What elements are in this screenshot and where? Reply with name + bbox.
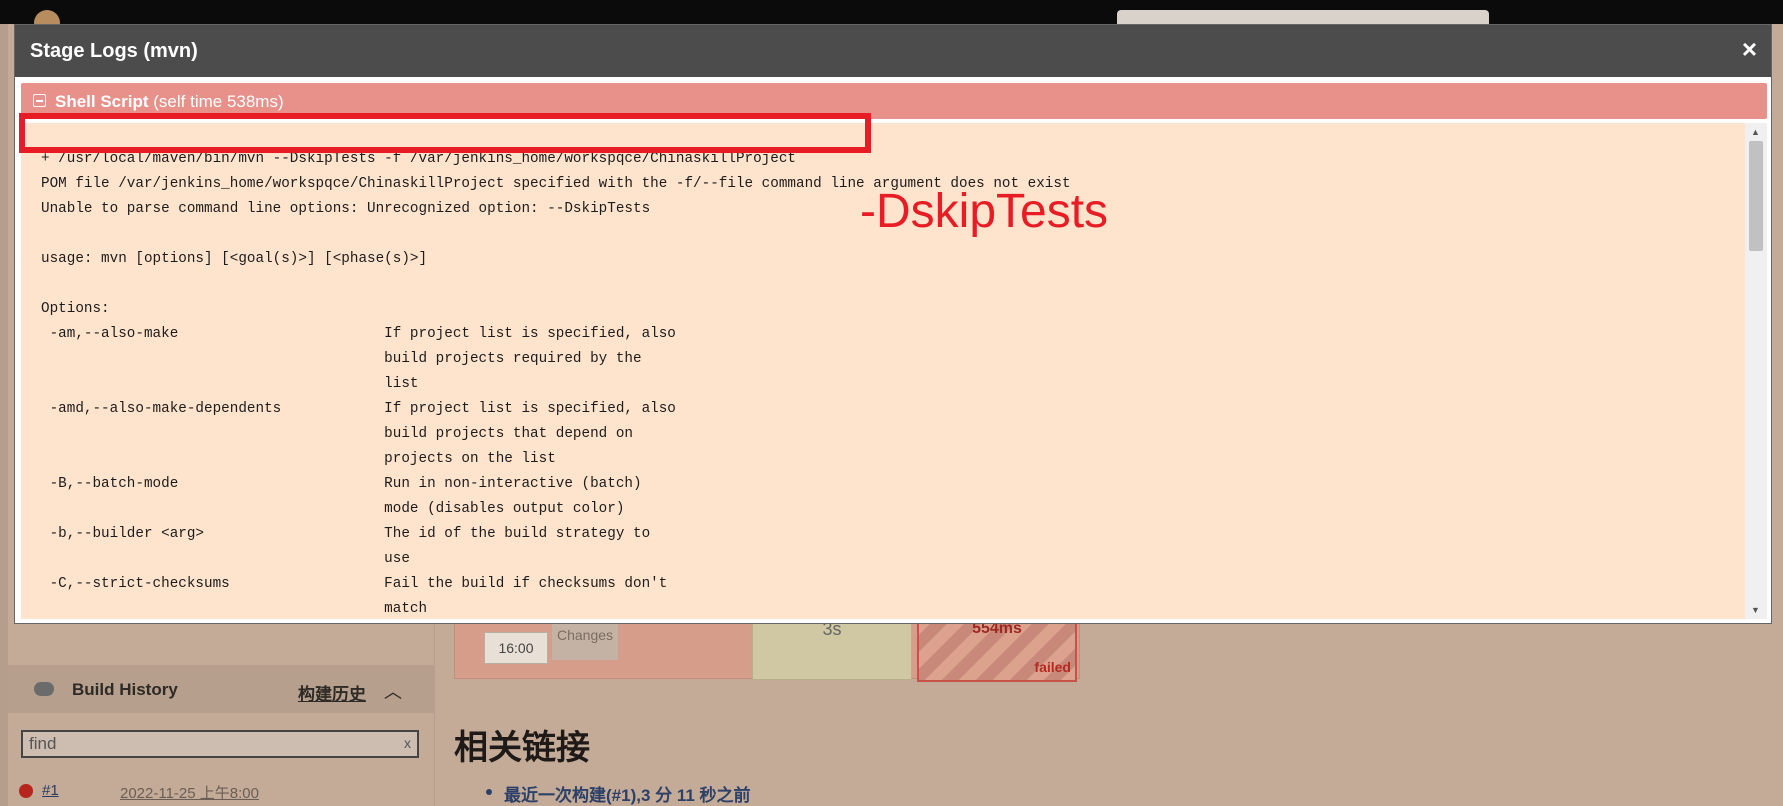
related-links-heading: 相关链接: [454, 729, 590, 767]
changes-label[interactable]: Changes: [552, 620, 618, 660]
step-label: Shell Script (self time 538ms): [55, 92, 284, 112]
chevron-up-icon[interactable]: ︿: [384, 678, 402, 704]
scroll-up-arrow-icon[interactable]: ▲: [1751, 127, 1760, 137]
build-date-link[interactable]: 2022-11-25 上午8:00: [120, 782, 259, 803]
highlight-box-annotation: [19, 113, 871, 153]
build-history-trend-link[interactable]: 构建历史: [298, 680, 366, 705]
log-scrollbar[interactable]: ▲ ▼: [1745, 123, 1767, 619]
build-number-link[interactable]: #1: [42, 782, 59, 799]
scroll-down-arrow-icon[interactable]: ▼: [1751, 605, 1760, 615]
top-bar: [0, 0, 1783, 24]
left-strip: [0, 24, 8, 806]
scrollbar-thumb[interactable]: [1749, 141, 1763, 251]
collapse-icon[interactable]: [33, 94, 46, 107]
build-time-badge: 16:00: [484, 632, 548, 664]
step-name: Shell Script: [55, 92, 149, 111]
build-history-cloud-icon: [34, 682, 54, 696]
modal-header: Stage Logs (mvn) ×: [15, 25, 1771, 77]
close-icon[interactable]: ×: [1742, 34, 1757, 65]
annotation-text: -DskipTests: [860, 185, 1109, 238]
list-bullet: [486, 789, 492, 795]
stage-cell-failed[interactable]: 554ms failed: [917, 616, 1077, 682]
stage-cell-success[interactable]: 3s: [752, 616, 912, 680]
recent-build-link[interactable]: 最近一次构建(#1),3 分 11 秒之前: [504, 781, 751, 806]
build-history-filter-input[interactable]: [21, 730, 419, 758]
modal-title: Stage Logs (mvn): [30, 40, 198, 62]
build-history-title: Build History: [72, 680, 178, 699]
build-failed-ball-icon: [19, 784, 33, 798]
step-self-time: (self time 538ms): [153, 92, 284, 111]
filter-clear-button[interactable]: x: [404, 735, 411, 751]
stage-failed-label: failed: [1034, 659, 1071, 675]
